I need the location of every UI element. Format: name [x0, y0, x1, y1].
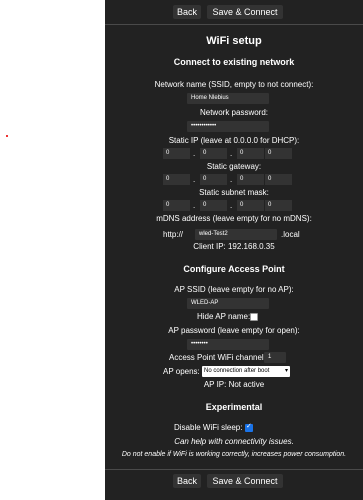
back-button-bottom[interactable]: Back [173, 474, 201, 488]
static-ip-label: Static IP (leave at 0.0.0.0 for DHCP): [168, 136, 300, 145]
gateway-octet-4[interactable]: 0 [265, 174, 292, 185]
network-password-label: Network password: [199, 108, 269, 117]
ap-section-heading: Configure Access Point [183, 264, 285, 274]
ip-dot: . [193, 149, 196, 158]
gateway-octet-1[interactable]: 0 [163, 174, 190, 185]
subnet-label: Static subnet mask: [199, 188, 269, 197]
subnet-octet-1[interactable]: 0 [163, 200, 190, 211]
ap-opens-value: No connection after boot [204, 368, 270, 374]
ap-opens-select[interactable]: No connection after boot ▾ [202, 366, 290, 377]
mdns-prefix: http:// [163, 230, 184, 239]
gateway-label: Static gateway: [206, 162, 262, 171]
ap-ssid-input[interactable]: WLED-AP [187, 298, 269, 309]
ap-channel-input[interactable]: 1 [264, 352, 286, 363]
sleep-note-1: Can help with connectivity issues. [174, 437, 294, 446]
settings-panel: Back Save & Connect WiFi setup Connect t… [105, 0, 363, 500]
subnet-octet-3[interactable]: 0 [237, 200, 264, 211]
ap-channel-label: Access Point WiFi channel: [169, 353, 266, 362]
divider-bottom [105, 469, 363, 470]
hide-ap-label: Hide AP name: [197, 312, 251, 321]
ap-password-label: AP password (leave empty for open): [168, 326, 300, 335]
ssid-input[interactable]: Home Nlebius [187, 93, 269, 104]
save-connect-button-bottom[interactable]: Save & Connect [207, 474, 283, 488]
static-ip-octet-3[interactable]: 0 [237, 148, 264, 159]
static-ip-octet-2[interactable]: 0 [200, 148, 227, 159]
ip-dot: . [193, 201, 196, 210]
client-ip-text: Client IP: 192.168.0.35 [193, 242, 275, 251]
ssid-label: Network name (SSID, empty to not connect… [154, 80, 314, 89]
ap-ip-text: AP IP: Not active [203, 380, 265, 389]
ip-dot: . [230, 175, 233, 184]
static-ip-octet-1[interactable]: 0 [163, 148, 190, 159]
wifi-sleep-label: Disable WiFi sleep: [174, 423, 243, 432]
ip-dot: . [230, 201, 233, 210]
subnet-octet-2[interactable]: 0 [200, 200, 227, 211]
ip-dot: . [193, 175, 196, 184]
gateway-octet-3[interactable]: 0 [237, 174, 264, 185]
subnet-octet-4[interactable]: 0 [265, 200, 292, 211]
gateway-octet-2[interactable]: 0 [200, 174, 227, 185]
page-title: WiFi setup [206, 35, 262, 47]
mdns-suffix: .local [281, 230, 300, 239]
connect-section-heading: Connect to existing network [173, 57, 295, 67]
mdns-label: mDNS address (leave empty for no mDNS): [156, 214, 312, 223]
hide-ap-checkbox[interactable] [250, 313, 258, 321]
divider-top [105, 24, 363, 25]
network-password-input[interactable]: •••••••••••• [187, 121, 269, 132]
ap-opens-label: AP opens: [163, 367, 200, 376]
mdns-input[interactable]: wled-Test2 [195, 229, 277, 240]
sleep-note-2: Do not enable if WiFi is working correct… [121, 451, 347, 458]
save-connect-button-top[interactable]: Save & Connect [207, 5, 283, 19]
static-ip-octet-4[interactable]: 0 [265, 148, 292, 159]
ap-password-input[interactable]: •••••••• [187, 339, 269, 350]
wifi-sleep-checkbox[interactable] [245, 422, 253, 432]
chevron-down-icon: ▾ [284, 368, 288, 374]
stray-red-mark [6, 135, 8, 137]
ip-dot: . [230, 149, 233, 158]
ap-ssid-label: AP SSID (leave empty for no AP): [174, 285, 294, 294]
back-button-top[interactable]: Back [173, 5, 201, 19]
experimental-heading: Experimental [205, 402, 263, 412]
